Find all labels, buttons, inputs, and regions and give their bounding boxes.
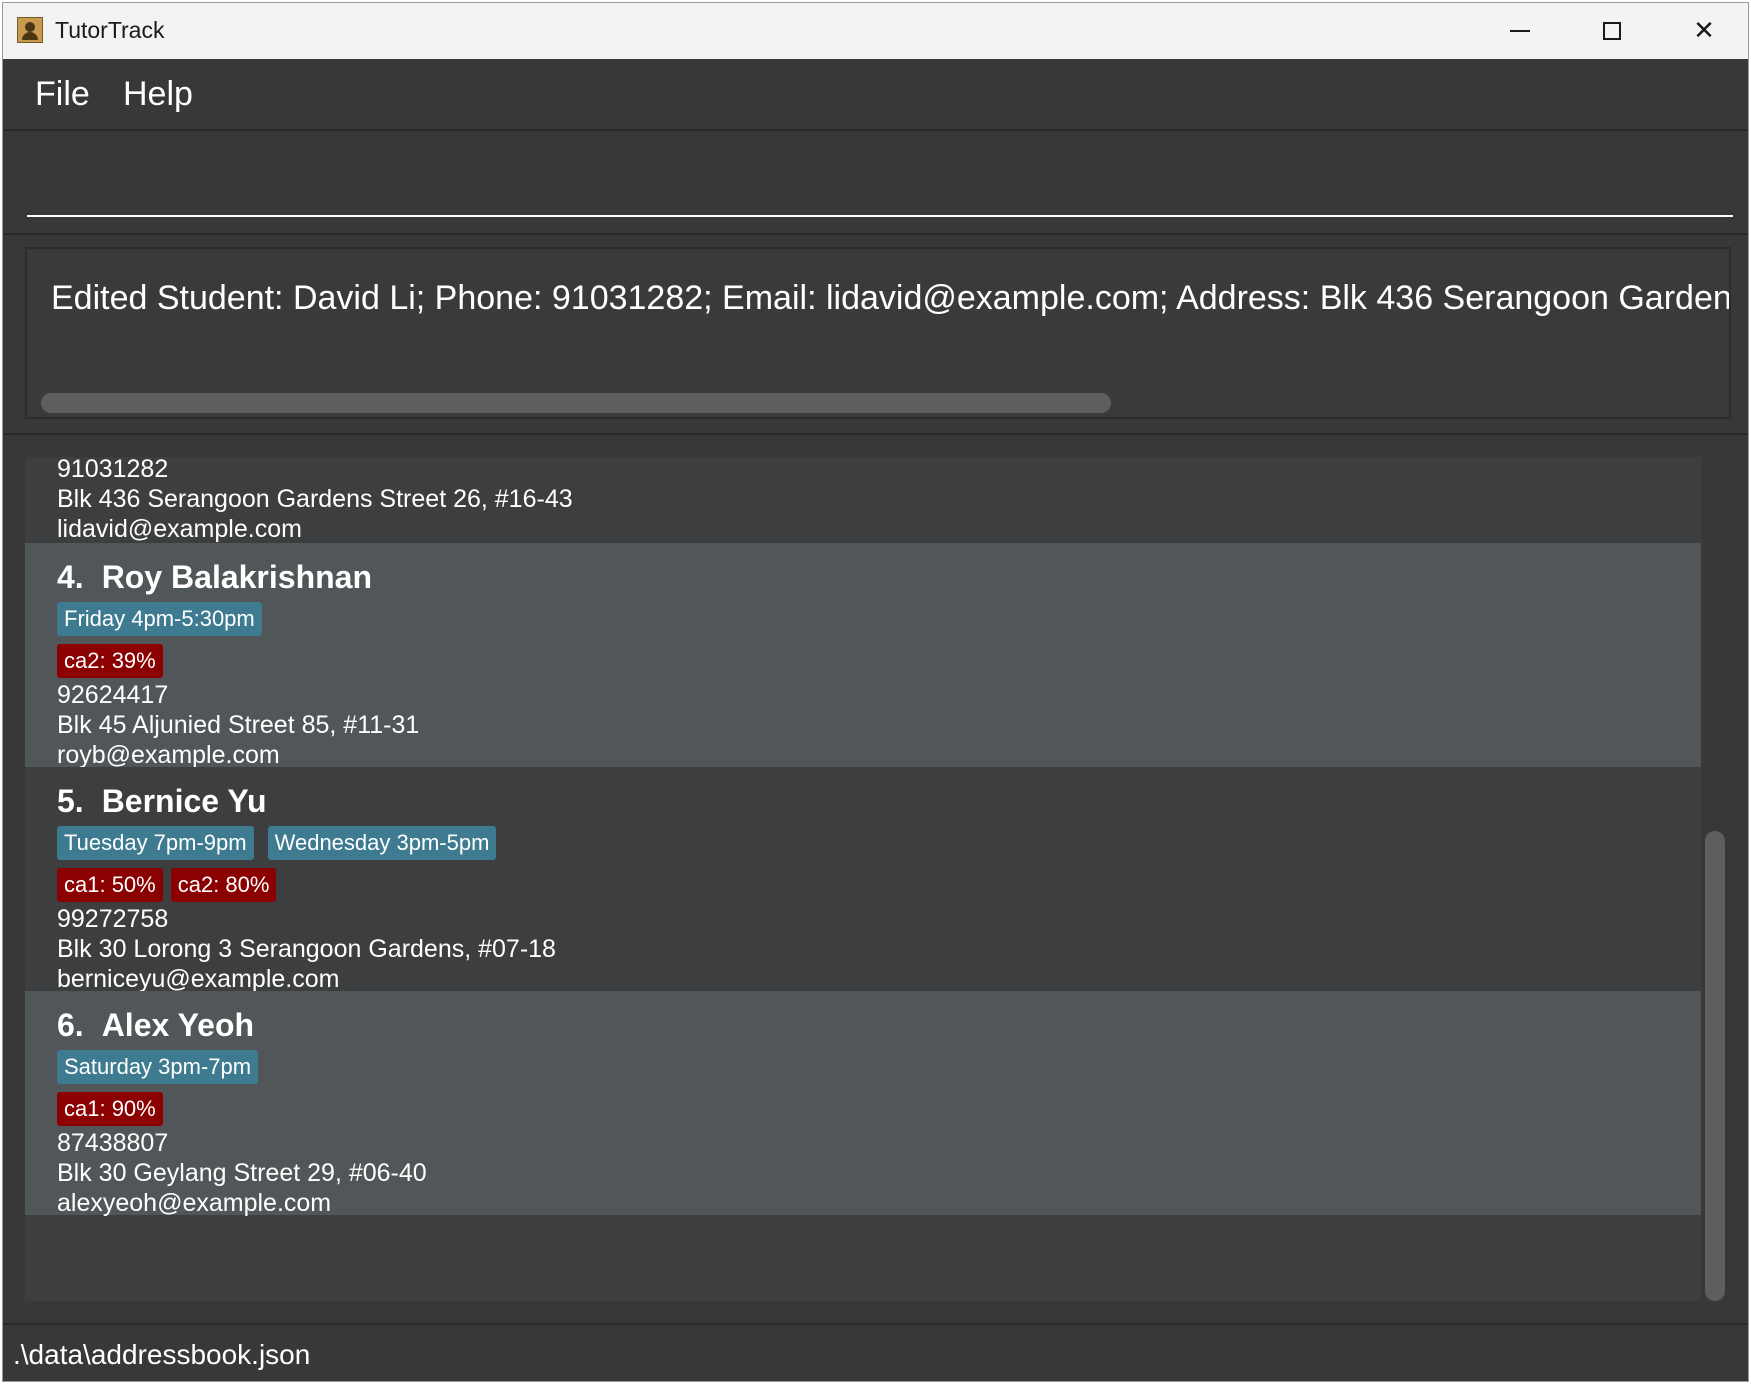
person-index: 4. <box>57 559 84 595</box>
menu-file[interactable]: File <box>35 75 90 114</box>
grade-tags: ca1: 90% <box>57 1092 163 1126</box>
person-index: 5. <box>57 783 84 819</box>
result-message: Edited Student: David Li; Phone: 9103128… <box>51 279 1731 317</box>
person-name-text: Roy Balakrishnan <box>101 559 372 595</box>
grade-tag: ca1: 50% <box>57 868 163 902</box>
person-address: Blk 45 Aljunied Street 85, #11-31 <box>57 711 420 739</box>
person-name-text: Bernice Yu <box>101 783 267 819</box>
person-email: berniceyu@example.com <box>57 965 340 993</box>
lesson-tags: Tuesday 7pm-9pm Wednesday 3pm-5pm <box>57 826 497 860</box>
command-input[interactable] <box>27 149 1733 217</box>
grade-tag: ca1: 90% <box>57 1092 163 1126</box>
grade-tags: ca2: 39% <box>57 644 163 678</box>
result-display-panel: Edited Student: David Li; Phone: 9103128… <box>3 235 1748 435</box>
person-name: 5. Bernice Yu <box>57 783 267 820</box>
person-email: alexyeoh@example.com <box>57 1189 332 1217</box>
lesson-tag: Saturday 3pm-7pm <box>57 1050 259 1084</box>
status-bar: .\data\addressbook.json <box>3 1325 1748 1381</box>
maximize-button[interactable] <box>1566 3 1658 59</box>
person-phone: 87438807 <box>57 1129 169 1157</box>
person-phone: 99272758 <box>57 905 169 933</box>
person-name: 4. Roy Balakrishnan <box>57 559 372 596</box>
lesson-tag: Tuesday 7pm-9pm <box>57 826 254 860</box>
person-card[interactable]: 4. Roy Balakrishnan Friday 4pm-5:30pm ca2… <box>25 543 1701 769</box>
lesson-tags: Saturday 3pm-7pm <box>57 1050 259 1084</box>
grade-tags: ca1: 50% ca2: 80% <box>57 868 277 902</box>
person-email: lidavid@example.com <box>57 515 302 543</box>
person-list-scrollbar[interactable] <box>1705 831 1725 1301</box>
person-list[interactable]: 91031282 Blk 436 Serangoon Gardens Stree… <box>25 457 1701 1301</box>
person-list-panel: 91031282 Blk 436 Serangoon Gardens Stree… <box>3 435 1748 1325</box>
person-phone: 91031282 <box>57 457 169 483</box>
menu-help[interactable]: Help <box>123 75 193 114</box>
person-card[interactable]: 5. Bernice Yu Tuesday 7pm-9pm Wednesday 3… <box>25 767 1701 993</box>
app-logo-icon <box>17 17 43 43</box>
data-file-path: .\data\addressbook.json <box>13 1339 311 1370</box>
person-address: Blk 436 Serangoon Gardens Street 26, #16… <box>57 485 573 513</box>
person-address: Blk 30 Lorong 3 Serangoon Gardens, #07-1… <box>57 935 556 963</box>
lesson-tag: Friday 4pm-5:30pm <box>57 602 262 636</box>
person-name-text: Alex Yeoh <box>101 1007 255 1043</box>
lesson-tags: Friday 4pm-5:30pm <box>57 602 262 636</box>
minimize-button[interactable] <box>1474 3 1566 59</box>
grade-tag: ca2: 39% <box>57 644 163 678</box>
title-bar: TutorTrack ✕ <box>3 3 1748 59</box>
grade-tag: ca2: 80% <box>170 868 277 902</box>
result-horizontal-scrollbar[interactable] <box>41 393 1111 413</box>
person-index: 6. <box>57 1007 84 1043</box>
result-display: Edited Student: David Li; Phone: 9103128… <box>25 247 1731 419</box>
person-card[interactable]: 91031282 Blk 436 Serangoon Gardens Stree… <box>25 457 1701 543</box>
minimize-icon <box>1510 30 1530 32</box>
close-button[interactable]: ✕ <box>1658 3 1748 59</box>
person-phone: 92624417 <box>57 681 169 709</box>
maximize-icon <box>1603 22 1621 40</box>
app-window: TutorTrack ✕ File Help Edited Student: D… <box>2 2 1749 1382</box>
window-title: TutorTrack <box>55 17 165 43</box>
close-icon: ✕ <box>1693 16 1715 46</box>
person-name: 6. Alex Yeoh <box>57 1007 254 1044</box>
person-address: Blk 30 Geylang Street 29, #06-40 <box>57 1159 427 1187</box>
lesson-tag: Wednesday 3pm-5pm <box>267 826 497 860</box>
person-card[interactable]: 6. Alex Yeoh Saturday 3pm-7pm ca1: 90% 87… <box>25 991 1701 1217</box>
menu-bar: File Help <box>3 59 1748 131</box>
person-email: royb@example.com <box>57 741 280 769</box>
command-box <box>3 131 1748 235</box>
